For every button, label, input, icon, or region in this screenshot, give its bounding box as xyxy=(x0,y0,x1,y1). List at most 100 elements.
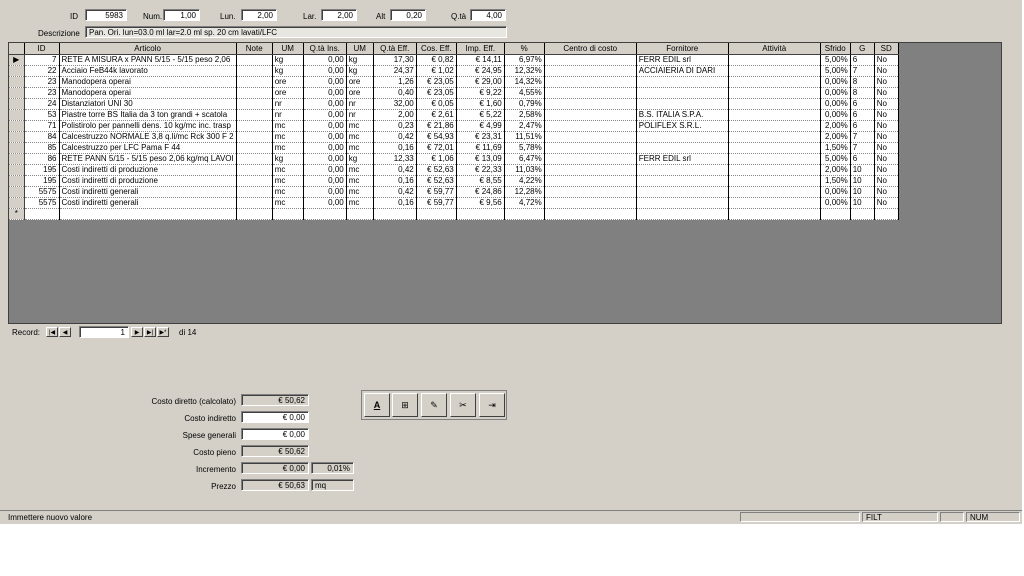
table-cell[interactable]: mc xyxy=(272,131,304,143)
table-cell[interactable] xyxy=(636,76,729,88)
table-cell[interactable]: 195 xyxy=(24,175,60,187)
table-cell[interactable]: 85 xyxy=(24,142,60,154)
table-cell[interactable]: 11,03% xyxy=(504,164,545,176)
table-cell[interactable]: mc xyxy=(346,164,374,176)
table-cell[interactable]: 0,00 xyxy=(303,164,347,176)
col-header[interactable]: % xyxy=(504,43,545,55)
table-cell[interactable]: 0,00% xyxy=(820,98,851,110)
record-selector[interactable] xyxy=(9,153,25,165)
table-cell[interactable]: mc xyxy=(272,164,304,176)
num-field[interactable]: 1,00 xyxy=(163,9,200,21)
record-selector[interactable] xyxy=(9,197,25,209)
table-cell[interactable]: € 9,22 xyxy=(456,87,505,99)
id-field[interactable]: 5983 xyxy=(85,9,127,21)
table-row[interactable]: 71 Polistirolo per pannelli dens. 10 kg/m… xyxy=(9,120,899,132)
table-cell[interactable] xyxy=(728,153,821,165)
table-cell[interactable]: Costi indiretti di produzione xyxy=(59,175,237,187)
table-cell[interactable] xyxy=(728,87,821,99)
table-cell[interactable]: 0,00% xyxy=(820,109,851,121)
col-header[interactable]: UM xyxy=(272,43,304,55)
table-cell[interactable] xyxy=(820,208,851,220)
table-cell[interactable]: 7 xyxy=(850,142,875,154)
table-cell[interactable]: € 72,01 xyxy=(416,142,457,154)
table-cell[interactable]: No xyxy=(874,120,899,132)
record-selector[interactable] xyxy=(9,87,25,99)
table-cell[interactable]: kg xyxy=(272,65,304,77)
table-cell[interactable]: 22 xyxy=(24,65,60,77)
table-cell[interactable]: 6 xyxy=(850,109,875,121)
table-cell[interactable]: 1,50% xyxy=(820,175,851,187)
table-cell[interactable]: No xyxy=(874,131,899,143)
table-cell[interactable]: ore xyxy=(346,87,374,99)
table-cell[interactable]: € 59,77 xyxy=(416,197,457,209)
table-cell[interactable] xyxy=(544,54,637,66)
table-cell[interactable] xyxy=(636,87,729,99)
incremento-field[interactable]: € 0,00 xyxy=(241,462,309,474)
col-header[interactable]: Attività xyxy=(728,43,821,55)
table-cell[interactable]: 6 xyxy=(850,120,875,132)
table-cell[interactable]: Calcestruzzo NORMALE 3,8 q.li/mc Rck 300… xyxy=(59,131,237,143)
table-cell[interactable] xyxy=(59,208,237,220)
record-selector[interactable] xyxy=(9,76,25,88)
table-cell[interactable]: mc xyxy=(346,131,374,143)
record-selector[interactable] xyxy=(9,120,25,132)
table-cell[interactable]: 0,42 xyxy=(373,164,417,176)
table-cell[interactable] xyxy=(728,131,821,143)
table-cell[interactable]: No xyxy=(874,197,899,209)
record-selector[interactable] xyxy=(9,98,25,110)
table-cell[interactable]: € 21,86 xyxy=(416,120,457,132)
table-cell[interactable] xyxy=(236,208,273,220)
record-selector[interactable] xyxy=(9,142,25,154)
table-cell[interactable]: € 9,56 xyxy=(456,197,505,209)
table-cell[interactable]: 0,00 xyxy=(303,197,347,209)
table-cell[interactable] xyxy=(544,120,637,132)
table-cell[interactable] xyxy=(236,120,273,132)
table-cell[interactable]: 0,00 xyxy=(303,142,347,154)
table-cell[interactable] xyxy=(636,164,729,176)
table-row[interactable]: 5575 Costi indiretti generali mc 0,00 mc 0,42… xyxy=(9,186,899,198)
table-cell[interactable]: 2,00% xyxy=(820,164,851,176)
table-cell[interactable]: Costi indiretti generali xyxy=(59,186,237,198)
table-cell[interactable] xyxy=(236,76,273,88)
next-record-button[interactable]: ▶ xyxy=(131,327,143,337)
table-cell[interactable]: No xyxy=(874,109,899,121)
table-cell[interactable]: nr xyxy=(272,109,304,121)
table-cell[interactable] xyxy=(544,109,637,121)
lar-field[interactable]: 2,00 xyxy=(321,9,357,21)
col-header[interactable]: Q.tà Ins. xyxy=(303,43,347,55)
table-cell[interactable]: 8 xyxy=(850,76,875,88)
table-cell[interactable]: 195 xyxy=(24,164,60,176)
table-cell[interactable]: mc xyxy=(272,120,304,132)
table-cell[interactable] xyxy=(636,142,729,154)
table-cell[interactable]: 7 xyxy=(850,131,875,143)
table-cell[interactable]: 0,00% xyxy=(820,87,851,99)
table-cell[interactable]: Manodopera operai xyxy=(59,76,237,88)
table-cell[interactable]: 84 xyxy=(24,131,60,143)
table-cell[interactable]: Calcestruzzo per LFC Pama F 44 xyxy=(59,142,237,154)
table-cell[interactable] xyxy=(236,87,273,99)
exit-button[interactable]: ⇥ xyxy=(479,393,505,417)
table-cell[interactable]: € 1,02 xyxy=(416,65,457,77)
table-row[interactable]: 86 RETE PANN 5/15 - 5/15 peso 2,06 kg/mq … xyxy=(9,153,899,165)
table-cell[interactable]: € 0,82 xyxy=(416,54,457,66)
prev-record-button[interactable]: ◀ xyxy=(59,327,71,337)
table-cell[interactable]: No xyxy=(874,153,899,165)
table-cell[interactable]: 0,00 xyxy=(303,175,347,187)
costo-diretto-field[interactable]: € 50,62 xyxy=(241,394,309,406)
table-cell[interactable] xyxy=(728,208,821,220)
table-cell[interactable]: € 1,06 xyxy=(416,153,457,165)
table-cell[interactable]: 10 xyxy=(850,197,875,209)
incremento-pct-field[interactable]: 0,01% xyxy=(311,462,354,474)
costo-pieno-field[interactable]: € 50,62 xyxy=(241,445,309,457)
table-cell[interactable]: € 52,63 xyxy=(416,164,457,176)
table-cell[interactable] xyxy=(544,131,637,143)
table-cell[interactable]: Manodopera operai xyxy=(59,87,237,99)
table-cell[interactable]: 5,00% xyxy=(820,65,851,77)
table-cell[interactable]: mc xyxy=(272,142,304,154)
table-cell[interactable]: 12,32% xyxy=(504,65,545,77)
table-cell[interactable] xyxy=(728,197,821,209)
table-cell[interactable]: 10 xyxy=(850,175,875,187)
new-record-button[interactable]: ▶* xyxy=(157,327,169,337)
table-cell[interactable]: 6 xyxy=(850,153,875,165)
table-cell[interactable] xyxy=(236,65,273,77)
